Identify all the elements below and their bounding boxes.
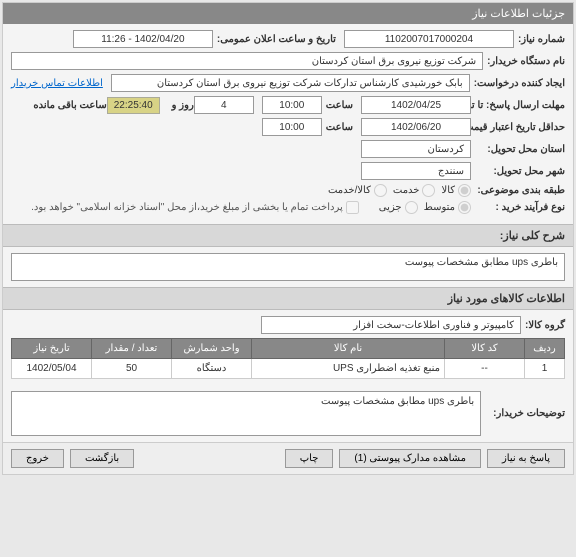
td-idx: 1 bbox=[525, 359, 565, 379]
row-category: طبقه بندی موضوعی: کالا خدمت کالا/خدمت bbox=[11, 184, 565, 197]
deadline-date-field: 1402/04/25 bbox=[361, 96, 471, 114]
table-header-row: ردیف کد کالا نام کالا واحد شمارش تعداد /… bbox=[12, 339, 565, 359]
desc-content: باطری ups مطابق مشخصات پیوست bbox=[3, 247, 573, 287]
need-details-panel: جزئیات اطلاعات نیاز شماره نیاز: 11020070… bbox=[2, 2, 574, 475]
payment-note-checkbox[interactable]: پرداخت تمام یا بخشی از مبلغ خرید،از محل … bbox=[31, 201, 359, 214]
row-validity: حداقل تاریخ اعتبار قیمت: تا تاریخ: 1402/… bbox=[11, 118, 565, 136]
requester-label: ایجاد کننده درخواست: bbox=[474, 78, 565, 89]
exit-button[interactable]: خروج bbox=[11, 449, 64, 468]
table-row[interactable]: 1 -- منبع تغذیه اضطراری UPS دستگاه 50 14… bbox=[12, 359, 565, 379]
radio-both-input bbox=[374, 184, 387, 197]
respond-button[interactable]: پاسخ به نیاز bbox=[487, 449, 565, 468]
row-deadline: مهلت ارسال پاسخ: تا تاریخ: 1402/04/25 سا… bbox=[11, 96, 565, 114]
group-field: کامپیوتر و فناوری اطلاعات-سخت افزار bbox=[261, 316, 521, 334]
row-need-number: شماره نیاز: 1102007017000204 تاریخ و ساع… bbox=[11, 30, 565, 48]
row-group: گروه کالا: کامپیوتر و فناوری اطلاعات-سخت… bbox=[11, 316, 565, 334]
buyer-org-label: نام دستگاه خریدار: bbox=[487, 56, 565, 67]
td-code: -- bbox=[445, 359, 525, 379]
row-province: استان محل تحویل: کردستان bbox=[11, 140, 565, 158]
radio-part[interactable]: جزیی bbox=[379, 201, 418, 214]
goods-table: ردیف کد کالا نام کالا واحد شمارش تعداد /… bbox=[11, 338, 565, 379]
group-label: گروه کالا: bbox=[525, 320, 565, 331]
category-radio-group: کالا خدمت کالا/خدمت bbox=[328, 184, 471, 197]
th-code: کد کالا bbox=[445, 339, 525, 359]
radio-goods[interactable]: کالا bbox=[441, 184, 471, 197]
section-desc-header: شرح کلی نیاز: bbox=[3, 224, 573, 247]
remaining-label: ساعت باقی مانده bbox=[33, 100, 106, 111]
radio-service-input bbox=[422, 184, 435, 197]
th-date: تاریخ نیاز bbox=[12, 339, 92, 359]
category-label: طبقه بندی موضوعی: bbox=[475, 185, 565, 196]
radio-service[interactable]: خدمت bbox=[393, 184, 436, 197]
row-process: نوع فرآیند خرید : متوسط جزیی پرداخت تمام… bbox=[11, 201, 565, 214]
footer-right-group: پاسخ به نیاز مشاهده مدارک پیوستی (1) چاپ bbox=[285, 449, 565, 468]
radio-mid[interactable]: متوسط bbox=[424, 201, 471, 214]
time-label-2: ساعت bbox=[326, 122, 353, 133]
panel-title: جزئیات اطلاعات نیاز bbox=[472, 8, 565, 20]
city-field: سنندج bbox=[361, 162, 471, 180]
radio-part-input bbox=[405, 201, 418, 214]
td-qty: 50 bbox=[92, 359, 172, 379]
payment-note-text: پرداخت تمام یا بخشی از مبلغ خرید،از محل … bbox=[31, 202, 343, 213]
main-content: شماره نیاز: 1102007017000204 تاریخ و ساع… bbox=[3, 24, 573, 224]
validity-date-field: 1402/06/20 bbox=[361, 118, 471, 136]
province-label: استان محل تحویل: bbox=[475, 144, 565, 155]
payment-checkbox-input bbox=[346, 201, 359, 214]
deadline-time-field: 10:00 bbox=[262, 96, 322, 114]
panel-header: جزئیات اطلاعات نیاز bbox=[3, 3, 573, 24]
row-buyer-org: نام دستگاه خریدار: شرکت توزیع نیروی برق … bbox=[11, 52, 565, 70]
announce-label: تاریخ و ساعت اعلان عمومی: bbox=[217, 34, 336, 45]
day-value-field: 4 bbox=[194, 96, 254, 114]
requester-field: بابک خورشیدی کارشناس تدارکات شرکت توزیع … bbox=[111, 74, 470, 92]
th-idx: ردیف bbox=[525, 339, 565, 359]
process-label: نوع فرآیند خرید : bbox=[475, 202, 565, 213]
buyer-notes-area: باطری ups مطابق مشخصات پیوست bbox=[11, 391, 481, 436]
td-name: منبع تغذیه اضطراری UPS bbox=[252, 359, 445, 379]
deadline-label: مهلت ارسال پاسخ: تا تاریخ: bbox=[475, 100, 565, 111]
buyer-notes-row: توضیحات خریدار: باطری ups مطابق مشخصات پ… bbox=[3, 385, 573, 442]
radio-goods-input bbox=[458, 184, 471, 197]
buyer-notes-label: توضیحات خریدار: bbox=[493, 408, 565, 419]
back-button[interactable]: بازگشت bbox=[70, 449, 134, 468]
city-label: شهر محل تحویل: bbox=[475, 166, 565, 177]
radio-mid-input bbox=[458, 201, 471, 214]
th-name: نام کالا bbox=[252, 339, 445, 359]
print-button[interactable]: چاپ bbox=[285, 449, 334, 468]
row-requester: ایجاد کننده درخواست: بابک خورشیدی کارشنا… bbox=[11, 74, 565, 92]
contact-link[interactable]: اطلاعات تماس خریدار bbox=[11, 78, 103, 89]
announce-field: 1402/04/20 - 11:26 bbox=[73, 30, 213, 48]
section-goods-header: اطلاعات کالاهای مورد نیاز bbox=[3, 287, 573, 310]
td-date: 1402/05/04 bbox=[12, 359, 92, 379]
province-field: کردستان bbox=[361, 140, 471, 158]
time-label-1: ساعت bbox=[326, 100, 353, 111]
row-city: شهر محل تحویل: سنندج bbox=[11, 162, 565, 180]
validity-label: حداقل تاریخ اعتبار قیمت: تا تاریخ: bbox=[475, 122, 565, 133]
attachments-button[interactable]: مشاهده مدارک پیوستی (1) bbox=[339, 449, 481, 468]
td-unit: دستگاه bbox=[172, 359, 252, 379]
need-number-label: شماره نیاز: bbox=[518, 34, 565, 45]
remaining-time: 22:25:40 bbox=[107, 97, 160, 114]
th-unit: واحد شمارش bbox=[172, 339, 252, 359]
goods-content: گروه کالا: کامپیوتر و فناوری اطلاعات-سخت… bbox=[3, 310, 573, 385]
day-label: روز و bbox=[172, 100, 194, 111]
radio-both[interactable]: کالا/خدمت bbox=[328, 184, 387, 197]
process-radio-group: متوسط جزیی bbox=[379, 201, 471, 214]
buyer-org-field: شرکت توزیع نیروی برق استان کردستان bbox=[11, 52, 483, 70]
th-qty: تعداد / مقدار bbox=[92, 339, 172, 359]
validity-time-field: 10:00 bbox=[262, 118, 322, 136]
desc-textarea: باطری ups مطابق مشخصات پیوست bbox=[11, 253, 565, 281]
footer: پاسخ به نیاز مشاهده مدارک پیوستی (1) چاپ… bbox=[3, 442, 573, 474]
need-number-field: 1102007017000204 bbox=[344, 30, 514, 48]
footer-left-group: بازگشت خروج bbox=[11, 449, 134, 468]
